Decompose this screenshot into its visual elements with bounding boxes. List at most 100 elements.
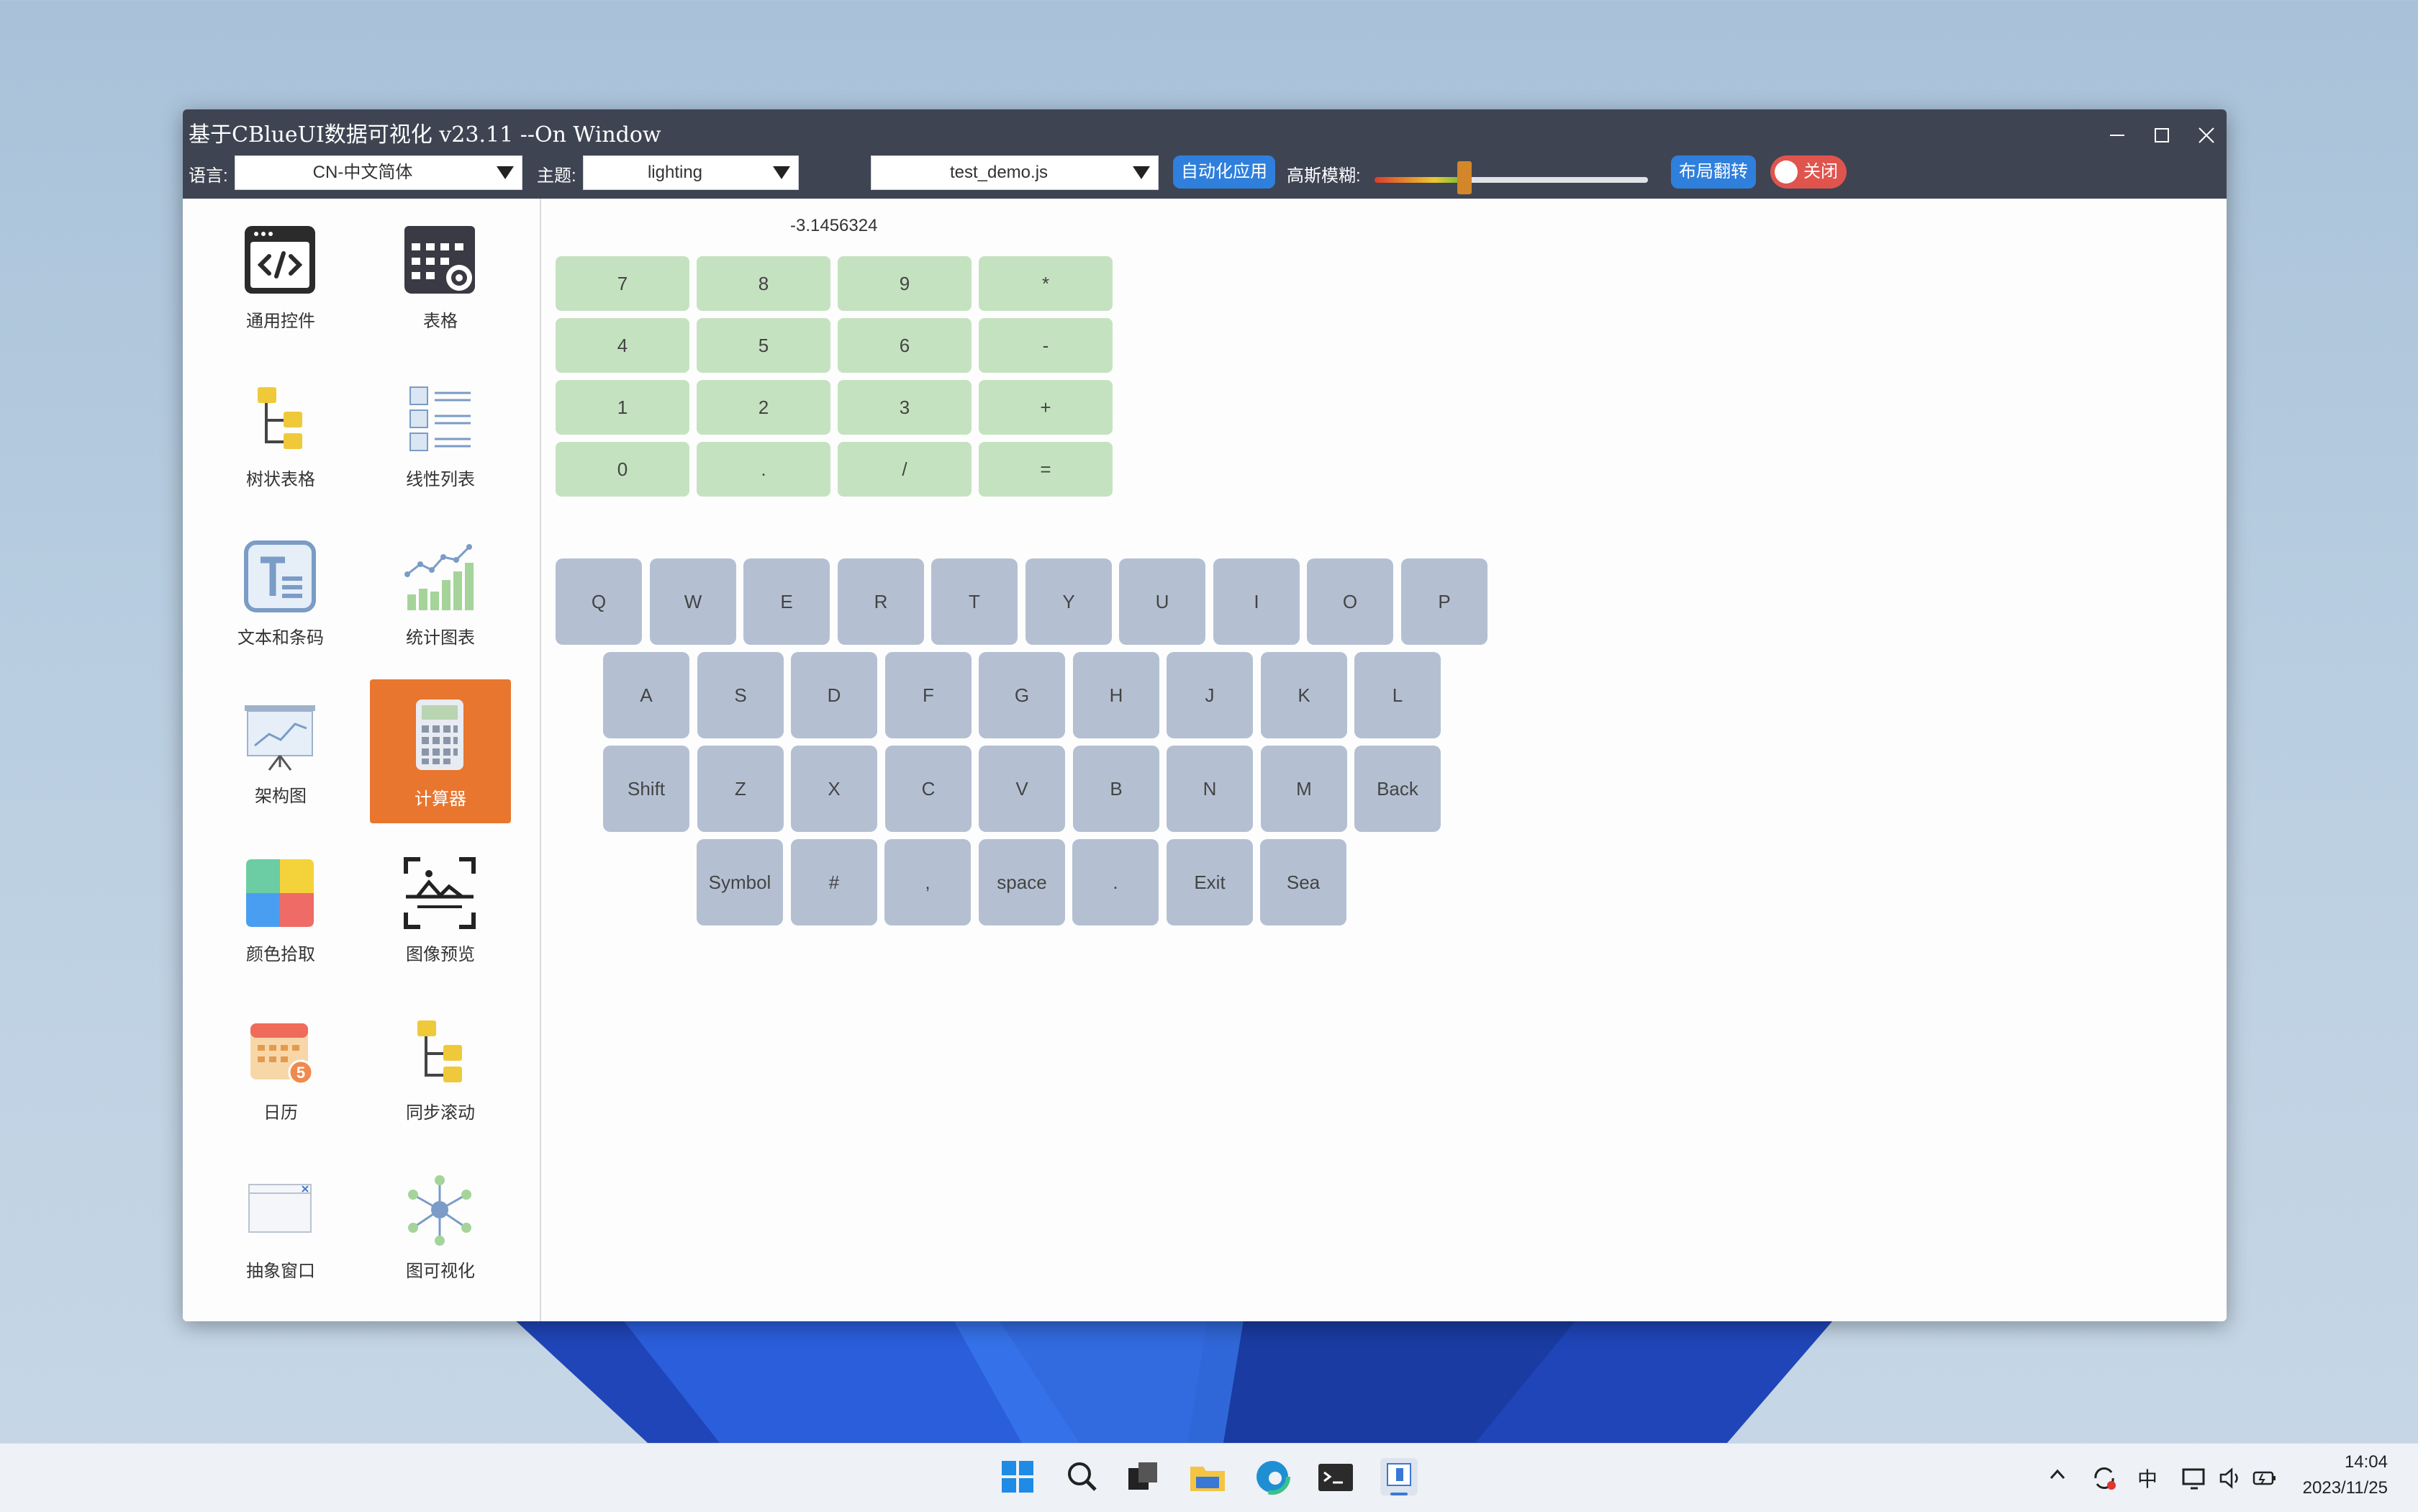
- sidebar-item-color-picker[interactable]: 颜色拾取: [210, 843, 351, 984]
- sidebar-item-linear-list[interactable]: 线性列表: [370, 368, 511, 510]
- keyboard-key[interactable]: Exit: [1167, 839, 1253, 925]
- start-button[interactable]: [996, 1455, 1039, 1498]
- keyboard-key[interactable]: W: [650, 558, 736, 645]
- blur-slider-track[interactable]: [1375, 177, 1648, 183]
- terminal-button[interactable]: [1314, 1455, 1357, 1498]
- calc-key[interactable]: 0: [556, 442, 689, 497]
- calc-key[interactable]: 6: [838, 318, 972, 373]
- keyboard-key[interactable]: J: [1167, 652, 1253, 738]
- sidebar-item-tree-table[interactable]: 树状表格: [210, 368, 351, 510]
- sidebar-item-common-controls[interactable]: 通用控件: [210, 210, 351, 351]
- sync-status-button[interactable]: [2090, 1464, 2119, 1493]
- calc-key[interactable]: 5: [697, 318, 830, 373]
- keyboard-key[interactable]: Back: [1354, 746, 1441, 832]
- sidebar-item-calendar[interactable]: 5 日历: [210, 1002, 351, 1143]
- keyboard-key[interactable]: B: [1073, 746, 1159, 832]
- image-preview-icon: [404, 857, 476, 929]
- sidebar-item-stat-charts[interactable]: 统计图表: [370, 527, 511, 668]
- keyboard-key[interactable]: R: [838, 558, 924, 645]
- sidebar-item-graph-visual[interactable]: 图可视化: [370, 1160, 511, 1301]
- battery-button[interactable]: [2251, 1464, 2280, 1493]
- auto-apply-button[interactable]: 自动化应用: [1173, 155, 1275, 189]
- blur-slider-thumb[interactable]: [1457, 161, 1472, 194]
- keyboard-key[interactable]: ,: [884, 839, 971, 925]
- sidebar-item-sync-scroll[interactable]: 同步滚动: [370, 1002, 511, 1143]
- calc-key[interactable]: .: [697, 442, 830, 497]
- keyboard-key[interactable]: N: [1167, 746, 1253, 832]
- keyboard-key[interactable]: M: [1261, 746, 1347, 832]
- task-view-button[interactable]: [1121, 1455, 1164, 1498]
- sidebar-item-abstract-window[interactable]: 抽象窗口: [210, 1160, 351, 1301]
- monitor-icon: [2182, 1468, 2205, 1490]
- keyboard-key[interactable]: S: [697, 652, 784, 738]
- tray-overflow-button[interactable]: [2047, 1464, 2068, 1493]
- calc-key[interactable]: 1: [556, 380, 689, 435]
- taskbar: 中 14:04 2023/11/25: [0, 1443, 2418, 1512]
- script-select[interactable]: test_demo.js: [871, 155, 1159, 190]
- file-explorer-button[interactable]: [1186, 1455, 1229, 1498]
- display-button[interactable]: [2181, 1464, 2209, 1493]
- clock-date[interactable]: 2023/11/25: [2280, 1478, 2388, 1498]
- clock-time[interactable]: 14:04: [2280, 1452, 2388, 1472]
- keyboard-key[interactable]: space: [979, 839, 1065, 925]
- calc-key[interactable]: 7: [556, 256, 689, 311]
- calc-key[interactable]: 9: [838, 256, 972, 311]
- keyboard-key[interactable]: D: [791, 652, 877, 738]
- calc-key[interactable]: 2: [697, 380, 830, 435]
- keyboard-key[interactable]: H: [1073, 652, 1159, 738]
- sidebar-item-architecture[interactable]: 架构图: [210, 685, 351, 826]
- close-toggle[interactable]: 关闭: [1770, 155, 1847, 189]
- calc-key[interactable]: *: [979, 256, 1113, 311]
- keyboard-key[interactable]: Q: [556, 558, 642, 645]
- calc-key[interactable]: 8: [697, 256, 830, 311]
- calc-key[interactable]: =: [979, 442, 1113, 497]
- keyboard-key[interactable]: V: [979, 746, 1065, 832]
- language-select[interactable]: CN-中文简体: [235, 155, 522, 190]
- calc-key[interactable]: /: [838, 442, 972, 497]
- edge-button[interactable]: [1251, 1455, 1294, 1498]
- table-settings-icon: [404, 226, 475, 294]
- calc-key[interactable]: -: [979, 318, 1113, 373]
- calendar-icon: 5: [250, 1023, 314, 1085]
- sidebar-item-table[interactable]: 表格: [370, 210, 511, 351]
- keyboard-key[interactable]: K: [1261, 652, 1347, 738]
- keyboard-key[interactable]: Shift: [603, 746, 689, 832]
- keyboard-key[interactable]: #: [791, 839, 877, 925]
- close-button[interactable]: [2189, 118, 2224, 153]
- theme-select[interactable]: lighting: [583, 155, 799, 190]
- active-app-button[interactable]: [1377, 1455, 1421, 1498]
- layout-flip-button[interactable]: 布局翻转: [1671, 155, 1756, 189]
- calc-display: -3.1456324: [790, 216, 878, 235]
- sidebar-item-text-barcode[interactable]: 文本和条码: [210, 527, 351, 668]
- keyboard-key[interactable]: X: [791, 746, 877, 832]
- keyboard-key[interactable]: U: [1119, 558, 1205, 645]
- volume-button[interactable]: [2216, 1464, 2245, 1493]
- keyboard-key[interactable]: A: [603, 652, 689, 738]
- calc-key[interactable]: 4: [556, 318, 689, 373]
- keyboard-key[interactable]: P: [1401, 558, 1488, 645]
- keyboard-key[interactable]: F: [885, 652, 972, 738]
- sidebar-item-image-preview[interactable]: 图像预览: [370, 843, 511, 984]
- calc-key[interactable]: +: [979, 380, 1113, 435]
- sidebar-item-calculator[interactable]: 计算器: [370, 679, 511, 823]
- keyboard-key[interactable]: E: [743, 558, 830, 645]
- keyboard-key[interactable]: C: [885, 746, 972, 832]
- ime-indicator[interactable]: 中: [2137, 1464, 2157, 1493]
- calc-key[interactable]: 3: [838, 380, 972, 435]
- search-button[interactable]: [1061, 1455, 1104, 1498]
- chevron-up-icon: [2050, 1469, 2065, 1480]
- keyboard-key[interactable]: L: [1354, 652, 1441, 738]
- keyboard-key[interactable]: I: [1213, 558, 1300, 645]
- keyboard-key[interactable]: Z: [697, 746, 784, 832]
- keyboard-key[interactable]: Y: [1025, 558, 1112, 645]
- maximize-button[interactable]: [2145, 118, 2179, 153]
- keyboard-key[interactable]: Symbol: [697, 839, 783, 925]
- keyboard-key[interactable]: O: [1307, 558, 1393, 645]
- bar-line-chart-icon: [404, 544, 474, 610]
- keyboard-key[interactable]: .: [1072, 839, 1159, 925]
- speaker-icon: [2219, 1467, 2238, 1489]
- minimize-button[interactable]: [2100, 118, 2134, 153]
- keyboard-key[interactable]: Sea: [1260, 839, 1346, 925]
- keyboard-key[interactable]: G: [979, 652, 1065, 738]
- keyboard-key[interactable]: T: [931, 558, 1018, 645]
